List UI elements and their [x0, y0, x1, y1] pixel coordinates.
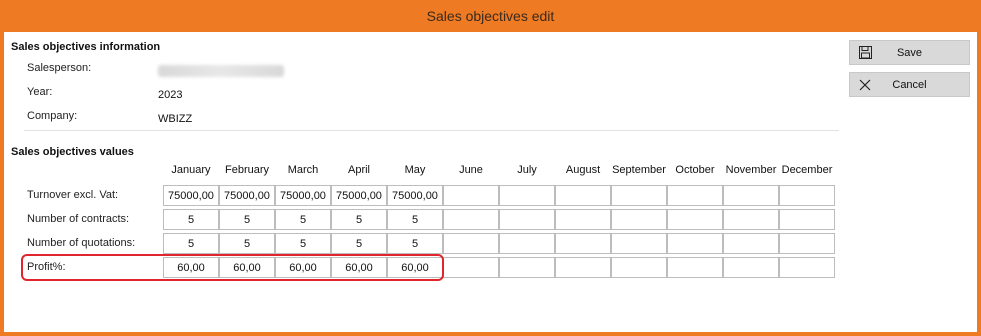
company-value[interactable]: WBIZZ: [158, 113, 192, 125]
value-cell[interactable]: 75000,00: [219, 185, 275, 206]
profit-row-highlight: [21, 254, 444, 281]
value-cell[interactable]: [555, 233, 611, 254]
month-header-december: December: [781, 164, 833, 176]
close-icon: [854, 79, 876, 91]
month-header-july: July: [517, 164, 537, 176]
value-cell[interactable]: [499, 233, 555, 254]
value-cell[interactable]: [499, 185, 555, 206]
value-cell[interactable]: [611, 257, 667, 278]
value-cell[interactable]: 5: [275, 233, 331, 254]
value-cell[interactable]: [723, 185, 779, 206]
value-cell[interactable]: 5: [275, 209, 331, 230]
value-cell[interactable]: [667, 257, 723, 278]
year-value[interactable]: 2023: [158, 89, 182, 101]
month-header-january: January: [171, 164, 211, 176]
value-cell[interactable]: 5: [163, 209, 219, 230]
value-cell[interactable]: 5: [219, 209, 275, 230]
company-label: Company:: [27, 110, 78, 122]
month-header-may: May: [404, 164, 426, 176]
salesperson-label: Salesperson:: [27, 62, 92, 74]
value-cell[interactable]: [443, 185, 499, 206]
value-cell[interactable]: [779, 257, 835, 278]
info-heading: Sales objectives information: [11, 41, 161, 53]
value-cell[interactable]: [443, 257, 499, 278]
month-header-april: April: [347, 164, 370, 176]
month-header-november: November: [725, 164, 777, 176]
row-label: Turnover excl. Vat:: [27, 189, 119, 201]
row-label: Number of quotations:: [27, 237, 136, 249]
year-label: Year:: [27, 86, 53, 98]
value-cell[interactable]: [723, 209, 779, 230]
value-cell[interactable]: [555, 209, 611, 230]
value-cell[interactable]: [779, 233, 835, 254]
value-cell[interactable]: 75000,00: [163, 185, 219, 206]
value-cell[interactable]: [555, 185, 611, 206]
value-cell[interactable]: 75000,00: [387, 185, 443, 206]
value-cell[interactable]: 5: [219, 233, 275, 254]
section-divider: [24, 130, 839, 131]
value-cell[interactable]: [723, 257, 779, 278]
salesperson-value-redacted[interactable]: [158, 65, 284, 77]
value-cell[interactable]: [723, 233, 779, 254]
value-cell[interactable]: 5: [387, 209, 443, 230]
value-cell[interactable]: 5: [331, 209, 387, 230]
month-header-september: September: [612, 164, 666, 176]
value-cell[interactable]: [499, 257, 555, 278]
month-header-february: February: [224, 164, 270, 176]
value-cell[interactable]: [499, 209, 555, 230]
value-cell[interactable]: [611, 209, 667, 230]
row-label: Number of contracts:: [27, 213, 130, 225]
window-title: Sales objectives edit: [426, 8, 555, 24]
value-cell[interactable]: [611, 233, 667, 254]
value-cell[interactable]: [779, 185, 835, 206]
value-cell[interactable]: [443, 233, 499, 254]
value-cell[interactable]: [667, 233, 723, 254]
save-label: Save: [896, 46, 923, 59]
value-cell[interactable]: 75000,00: [275, 185, 331, 206]
month-header-october: October: [675, 164, 715, 176]
value-cell[interactable]: [611, 185, 667, 206]
value-cell[interactable]: [667, 209, 723, 230]
value-cell[interactable]: [779, 209, 835, 230]
dialog-panel: [4, 32, 977, 332]
cancel-button[interactable]: Cancel: [849, 72, 970, 97]
value-cell[interactable]: 5: [387, 233, 443, 254]
value-cell[interactable]: [667, 185, 723, 206]
month-header-june: June: [459, 164, 483, 176]
month-header-august: August: [565, 164, 601, 176]
values-heading: Sales objectives values: [11, 146, 134, 158]
cancel-label: Cancel: [892, 78, 927, 91]
value-cell[interactable]: 5: [331, 233, 387, 254]
value-cell[interactable]: [443, 209, 499, 230]
month-header-march: March: [287, 164, 319, 176]
value-cell[interactable]: [555, 257, 611, 278]
value-cell[interactable]: 75000,00: [331, 185, 387, 206]
save-button[interactable]: Save: [849, 40, 970, 65]
floppy-disk-icon: [854, 46, 876, 59]
value-cell[interactable]: 5: [163, 233, 219, 254]
